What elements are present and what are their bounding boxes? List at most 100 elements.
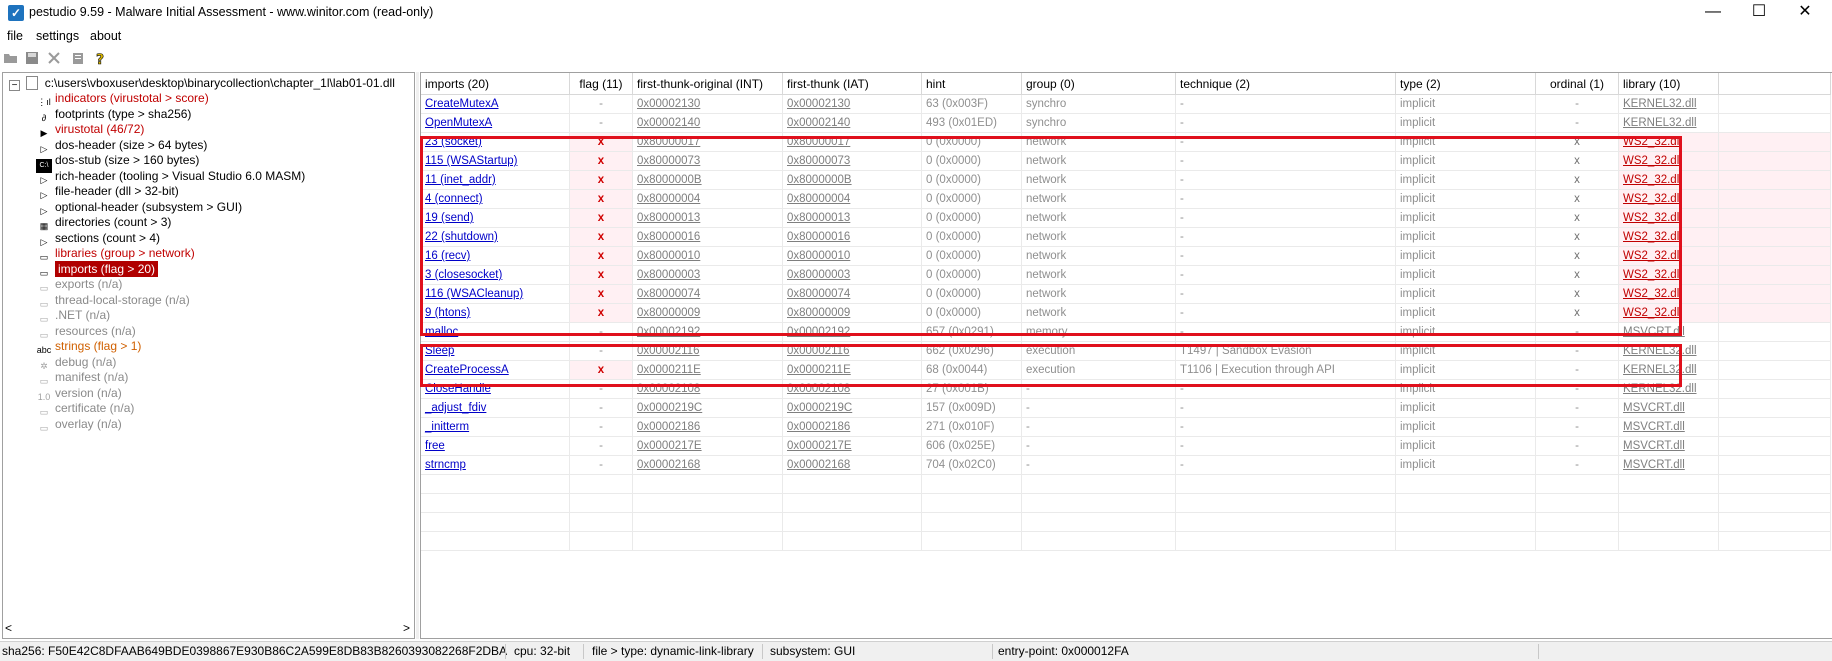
col-iat-header[interactable]: first-thunk (IAT) <box>783 73 922 95</box>
cell-name[interactable]: strncmp <box>421 456 570 475</box>
cell-library[interactable]: WS2_32.dll <box>1619 209 1719 228</box>
cell-library[interactable]: WS2_32.dll <box>1619 228 1719 247</box>
cell-library[interactable]: WS2_32.dll <box>1619 190 1719 209</box>
cell-iat[interactable]: 0x00002192 <box>783 323 922 342</box>
cell-name[interactable]: CreateMutexA <box>421 95 570 114</box>
cell-library[interactable]: KERNEL32.dll <box>1619 380 1719 399</box>
cell-library[interactable]: WS2_32.dll <box>1619 133 1719 152</box>
cell-iat[interactable]: 0x80000013 <box>783 209 922 228</box>
cell-int[interactable]: 0x80000016 <box>633 228 783 247</box>
cell-int[interactable]: 0x00002140 <box>633 114 783 133</box>
cell-library[interactable]: MSVCRT.dll <box>1619 399 1719 418</box>
cell-iat[interactable]: 0x0000211E <box>783 361 922 380</box>
cell-int[interactable]: 0x0000219C <box>633 399 783 418</box>
col-technique-header[interactable]: technique (2) <box>1176 73 1396 95</box>
cell-library[interactable]: WS2_32.dll <box>1619 247 1719 266</box>
table-row[interactable]: 9 (htons) x 0x80000009 0x80000009 0 (0x0000)… <box>421 304 1831 323</box>
cell-iat[interactable]: 0x00002140 <box>783 114 922 133</box>
cell-name[interactable]: CreateProcessA <box>421 361 570 380</box>
table-row[interactable]: CreateMutexA -0x00002130 0x00002130 63 (0x0… <box>421 95 1831 114</box>
cell-iat[interactable]: 0x00002108 <box>783 380 922 399</box>
cell-library[interactable]: KERNEL32.dll <box>1619 95 1719 114</box>
table-row[interactable]: 11 (inet_addr) x 0x8000000B 0x8000000B 0 (0x… <box>421 171 1831 190</box>
cell-name[interactable]: free <box>421 437 570 456</box>
cell-iat[interactable]: 0x80000017 <box>783 133 922 152</box>
clipboard-icon[interactable] <box>70 51 86 67</box>
cell-name[interactable]: 19 (send) <box>421 209 570 228</box>
table-row[interactable]: OpenMutexA -0x00002140 0x00002140 493 (0x01… <box>421 114 1831 133</box>
cell-int[interactable]: 0x0000217E <box>633 437 783 456</box>
cell-int[interactable]: 0x00002168 <box>633 456 783 475</box>
col-int-header[interactable]: first-thunk-original (INT) <box>633 73 783 95</box>
cell-int[interactable]: 0x00002130 <box>633 95 783 114</box>
cell-iat[interactable]: 0x00002186 <box>783 418 922 437</box>
cell-library[interactable]: KERNEL32.dll <box>1619 114 1719 133</box>
cell-library[interactable]: WS2_32.dll <box>1619 152 1719 171</box>
cell-library[interactable]: MSVCRT.dll <box>1619 437 1719 456</box>
cell-int[interactable]: 0x00002186 <box>633 418 783 437</box>
close-file-icon[interactable] <box>46 51 62 67</box>
imports-table[interactable]: imports (20) flag (11) first-thunk-origina… <box>420 72 1832 639</box>
scroll-left-icon[interactable]: < <box>5 621 12 635</box>
maximize-button[interactable]: ☐ <box>1736 0 1782 26</box>
cell-name[interactable]: _initterm <box>421 418 570 437</box>
cell-library[interactable]: MSVCRT.dll <box>1619 323 1719 342</box>
menu-settings[interactable]: settings <box>36 29 79 43</box>
help-icon[interactable]: ? <box>92 51 108 69</box>
cell-int[interactable]: 0x80000074 <box>633 285 783 304</box>
cell-iat[interactable]: 0x80000010 <box>783 247 922 266</box>
cell-iat[interactable]: 0x00002168 <box>783 456 922 475</box>
cell-library[interactable]: KERNEL32.dll <box>1619 361 1719 380</box>
cell-name[interactable]: 23 (socket) <box>421 133 570 152</box>
cell-name[interactable]: 115 (WSAStartup) <box>421 152 570 171</box>
col-ordinal-header[interactable]: ordinal (1) <box>1536 73 1619 95</box>
table-row[interactable]: _adjust_fdiv -0x0000219C 0x0000219C 157 (0x… <box>421 399 1831 418</box>
table-row[interactable]: 4 (connect) x 0x80000004 0x80000004 0 (0x000… <box>421 190 1831 209</box>
col-type-header[interactable]: type (2) <box>1396 73 1536 95</box>
table-row[interactable]: free -0x0000217E 0x0000217E 606 (0x025E) - - i… <box>421 437 1831 456</box>
minimize-button[interactable]: — <box>1690 0 1736 26</box>
close-button[interactable]: ✕ <box>1782 0 1828 26</box>
cell-name[interactable]: 116 (WSACleanup) <box>421 285 570 304</box>
tree-panel[interactable]: − c:\users\vboxuser\desktop\binarycollec… <box>2 72 415 639</box>
cell-library[interactable]: MSVCRT.dll <box>1619 456 1719 475</box>
save-icon[interactable] <box>24 51 40 67</box>
cell-iat[interactable]: 0x80000073 <box>783 152 922 171</box>
cell-name[interactable]: 22 (shutdown) <box>421 228 570 247</box>
cell-iat[interactable]: 0x80000003 <box>783 266 922 285</box>
cell-name[interactable]: malloc <box>421 323 570 342</box>
cell-library[interactable]: WS2_32.dll <box>1619 266 1719 285</box>
table-row[interactable]: 116 (WSACleanup) x 0x80000074 0x80000074 0 (… <box>421 285 1831 304</box>
cell-int[interactable]: 0x00002108 <box>633 380 783 399</box>
cell-name[interactable]: _adjust_fdiv <box>421 399 570 418</box>
table-row[interactable]: strncmp -0x00002168 0x00002168 704 (0x02C0)… <box>421 456 1831 475</box>
cell-name[interactable]: Sleep <box>421 342 570 361</box>
cell-name[interactable]: 3 (closesocket) <box>421 266 570 285</box>
cell-int[interactable]: 0x80000013 <box>633 209 783 228</box>
cell-name[interactable]: 9 (htons) <box>421 304 570 323</box>
cell-int[interactable]: 0x00002116 <box>633 342 783 361</box>
panel-splitter[interactable] <box>416 72 419 639</box>
table-row[interactable]: CreateProcessA x 0x0000211E 0x0000211E 68 (0… <box>421 361 1831 380</box>
table-row[interactable]: 3 (closesocket) x 0x80000003 0x80000003 0 (0… <box>421 266 1831 285</box>
cell-int[interactable]: 0x80000073 <box>633 152 783 171</box>
table-row[interactable]: 115 (WSAStartup) x 0x80000073 0x80000073 0 (… <box>421 152 1831 171</box>
tree-horizontal-scrollbar[interactable]: < > <box>3 621 414 638</box>
table-row[interactable]: malloc -0x00002192 0x00002192 657 (0x0291) m… <box>421 323 1831 342</box>
table-row[interactable]: 19 (send) x 0x80000013 0x80000013 0 (0x0000)… <box>421 209 1831 228</box>
cell-int[interactable]: 0x80000004 <box>633 190 783 209</box>
cell-int[interactable]: 0x80000003 <box>633 266 783 285</box>
col-group-header[interactable]: group (0) <box>1022 73 1176 95</box>
cell-name[interactable]: CloseHandle <box>421 380 570 399</box>
cell-iat[interactable]: 0x8000000B <box>783 171 922 190</box>
cell-iat[interactable]: 0x00002130 <box>783 95 922 114</box>
table-row[interactable]: 22 (shutdown) x 0x80000016 0x80000016 0 (0x0… <box>421 228 1831 247</box>
cell-int[interactable]: 0x0000211E <box>633 361 783 380</box>
menu-file[interactable]: file <box>7 29 23 43</box>
cell-iat[interactable]: 0x80000004 <box>783 190 922 209</box>
cell-library[interactable]: MSVCRT.dll <box>1619 418 1719 437</box>
cell-int[interactable]: 0x8000000B <box>633 171 783 190</box>
cell-name[interactable]: OpenMutexA <box>421 114 570 133</box>
cell-name[interactable]: 16 (recv) <box>421 247 570 266</box>
cell-int[interactable]: 0x80000010 <box>633 247 783 266</box>
